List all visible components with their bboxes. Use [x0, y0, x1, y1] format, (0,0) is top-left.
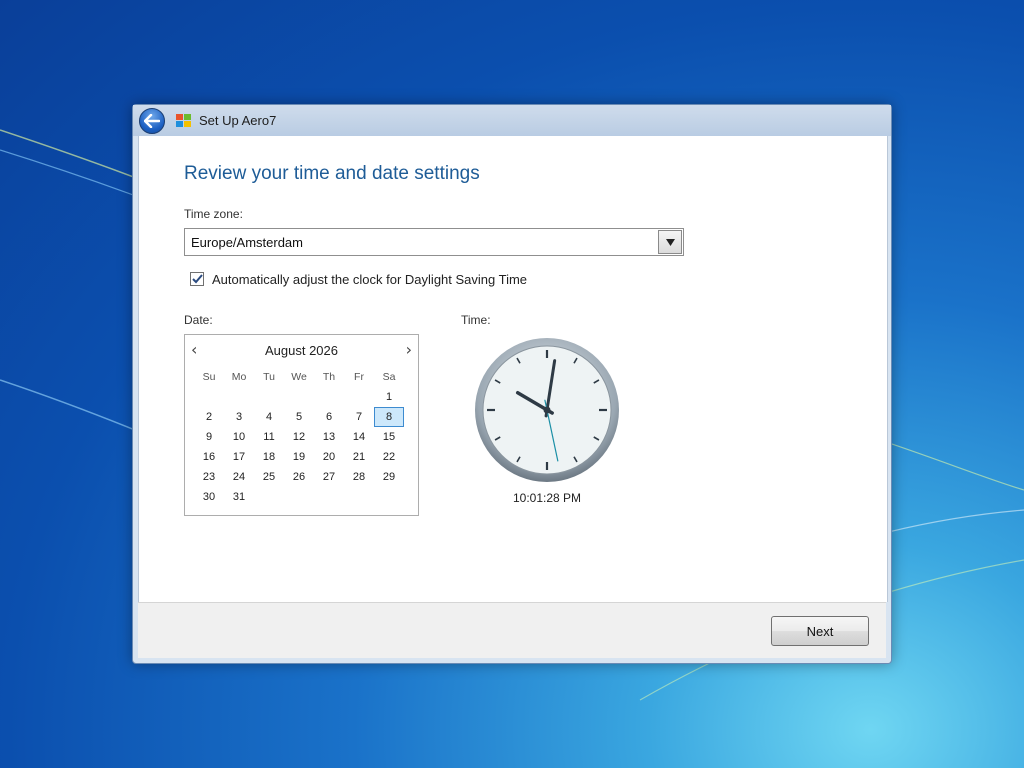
calendar-weekday-we: We — [291, 371, 307, 383]
calendar-day[interactable]: 12 — [284, 427, 314, 447]
timezone-dropdown-button[interactable] — [658, 230, 682, 254]
calendar-empty-cell — [344, 487, 374, 507]
calendar-day[interactable]: 5 — [284, 407, 314, 427]
checkmark-icon — [191, 274, 203, 284]
calendar-weekday-fr: Fr — [354, 371, 364, 383]
footer-bar: Next — [138, 602, 886, 658]
calendar-weekday-row: Su Mo Tu We Th Fr Sa — [194, 367, 404, 387]
calendar-day[interactable]: 22 — [374, 447, 404, 467]
time-label: Time: — [461, 313, 491, 327]
time-readout: 10:01:28 PM — [512, 491, 582, 505]
calendar-day[interactable]: 4 — [254, 407, 284, 427]
calendar-day[interactable]: 8 — [374, 407, 404, 427]
title-bar: Set Up Aero7 — [133, 105, 891, 136]
dst-checkbox[interactable] — [190, 272, 204, 286]
calendar-day[interactable]: 11 — [254, 427, 284, 447]
calendar-day[interactable]: 1 — [374, 387, 404, 407]
calendar-day[interactable]: 14 — [344, 427, 374, 447]
calendar-week-row: 1 — [194, 387, 404, 407]
calendar-day[interactable]: 20 — [314, 447, 344, 467]
calendar-empty-cell — [284, 387, 314, 407]
dst-label: Automatically adjust the clock for Dayli… — [212, 271, 528, 287]
clock-center-cap — [543, 406, 551, 414]
calendar-empty-cell — [314, 487, 344, 507]
timezone-label: Time zone: — [184, 207, 243, 221]
back-button[interactable] — [139, 108, 165, 134]
analog-clock — [475, 338, 619, 482]
calendar-day[interactable]: 23 — [194, 467, 224, 487]
setup-window: Set Up Aero7 Review your time and date s… — [132, 104, 892, 664]
calendar-empty-cell — [254, 487, 284, 507]
calendar-day[interactable]: 26 — [284, 467, 314, 487]
calendar-month-title: August 2026 — [264, 343, 338, 358]
calendar-weekday-th: Th — [322, 371, 336, 383]
calendar-weekday-tu: Tu — [263, 371, 275, 383]
calendar-day[interactable]: 9 — [194, 427, 224, 447]
page-title: Review your time and date settings — [184, 163, 480, 184]
calendar-week-row: 30 31 — [194, 487, 404, 507]
calendar-weekday-su: Su — [202, 371, 216, 383]
calendar-weekday-mo: Mo — [231, 371, 247, 383]
calendar-day[interactable]: 17 — [224, 447, 254, 467]
calendar-day[interactable]: 29 — [374, 467, 404, 487]
calendar-day[interactable]: 18 — [254, 447, 284, 467]
calendar-day[interactable]: 2 — [194, 407, 224, 427]
calendar-empty-cell — [284, 487, 314, 507]
calendar-day[interactable]: 21 — [344, 447, 374, 467]
calendar-day[interactable]: 31 — [224, 487, 254, 507]
calendar-week-row: 9 10 11 12 13 14 15 — [194, 427, 404, 447]
calendar-empty-cell — [374, 487, 404, 507]
window-title: Set Up Aero7 — [199, 113, 277, 128]
date-calendar: ‹ August 2026 › Su Mo Tu We Th Fr Sa 1 2 3 4 5 6 7 8 9 1… — [184, 334, 419, 516]
dst-option[interactable]: Automatically adjust the clock for Dayli… — [190, 270, 527, 288]
calendar-day[interactable]: 15 — [374, 427, 404, 447]
next-button[interactable]: Next — [771, 616, 869, 646]
content-area: Review your time and date settings Time … — [138, 136, 888, 602]
calendar-day[interactable]: 19 — [284, 447, 314, 467]
calendar-day[interactable]: 3 — [224, 407, 254, 427]
calendar-weekday-sa: Sa — [382, 371, 396, 383]
calendar-day[interactable]: 30 — [194, 487, 224, 507]
calendar-empty-cell — [344, 387, 374, 407]
calendar-empty-cell — [314, 387, 344, 407]
calendar-empty-cell — [224, 387, 254, 407]
calendar-grid: Su Mo Tu We Th Fr Sa 1 2 3 4 5 6 7 8 9 10 11 12 13 14 15 16 17 1… — [194, 367, 404, 507]
calendar-day[interactable]: 10 — [224, 427, 254, 447]
timezone-select[interactable]: Europe/Amsterdam — [184, 228, 684, 256]
calendar-day[interactable]: 24 — [224, 467, 254, 487]
calendar-day[interactable]: 13 — [314, 427, 344, 447]
calendar-week-row: 16 17 18 19 20 21 22 — [194, 447, 404, 467]
calendar-day[interactable]: 28 — [344, 467, 374, 487]
calendar-week-row: 23 24 25 26 27 28 29 — [194, 467, 404, 487]
windows-logo-icon — [176, 114, 191, 127]
date-label: Date: — [184, 313, 213, 327]
back-arrow-icon — [144, 114, 160, 128]
dropdown-arrow-icon — [665, 238, 675, 246]
calendar-day[interactable]: 6 — [314, 407, 344, 427]
calendar-day[interactable]: 7 — [344, 407, 374, 427]
calendar-day[interactable]: 27 — [314, 467, 344, 487]
calendar-empty-cell — [194, 387, 224, 407]
calendar-next-month-button[interactable]: › — [406, 342, 412, 358]
calendar-day[interactable]: 16 — [194, 447, 224, 467]
calendar-day[interactable]: 25 — [254, 467, 284, 487]
calendar-week-row: 2345678 — [194, 407, 404, 427]
calendar-empty-cell — [254, 387, 284, 407]
timezone-value: Europe/Amsterdam — [191, 235, 303, 250]
